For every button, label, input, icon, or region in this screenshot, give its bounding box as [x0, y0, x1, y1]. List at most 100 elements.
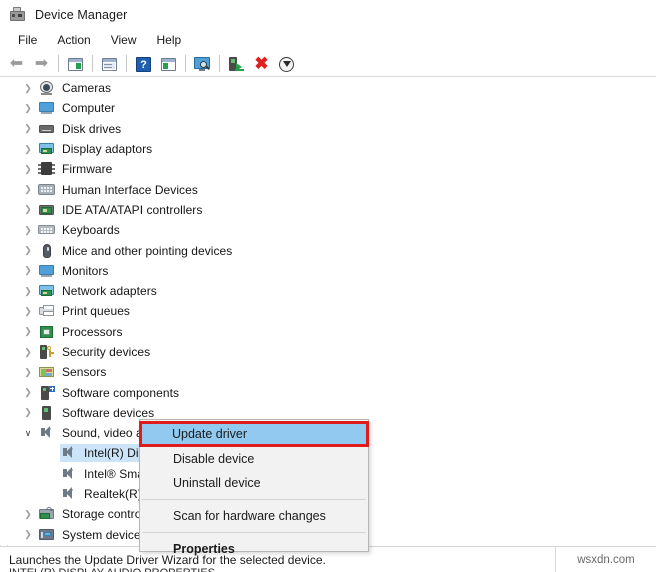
software-device-icon	[38, 405, 55, 421]
tree-item-disk-drives[interactable]: ❯ Disk drives	[0, 119, 656, 139]
software-component-icon	[38, 385, 55, 401]
context-menu-item-properties[interactable]: Properties	[140, 537, 368, 561]
chevron-right-icon[interactable]: ❯	[22, 200, 34, 220]
context-menu-item-update-driver[interactable]: Update driver	[139, 421, 369, 447]
uninstall-device-icon[interactable]: ✖	[250, 53, 273, 75]
tree-item-label: System devices	[62, 527, 147, 542]
tree-item-display-adaptors[interactable]: ❯ Display adaptors	[0, 139, 656, 159]
disable-device-icon[interactable]	[275, 53, 298, 75]
chevron-right-icon[interactable]: ❯	[22, 342, 34, 362]
tree-item-label: IDE ATA/ATAPI controllers	[62, 202, 203, 217]
ide-controller-icon	[38, 202, 55, 218]
chevron-right-icon[interactable]: ❯	[22, 78, 34, 98]
context-menu-separator	[142, 532, 366, 533]
context-menu-item-label: Uninstall device	[173, 476, 261, 490]
chevron-right-icon[interactable]: ❯	[22, 261, 34, 281]
chevron-right-icon[interactable]: ❯	[22, 403, 34, 423]
chevron-down-icon[interactable]: ∨	[22, 423, 34, 443]
tree-item-ide-ata-atapi-controllers[interactable]: ❯ IDE ATA/ATAPI controllers	[0, 200, 656, 220]
toolbar-separator	[58, 55, 59, 72]
chevron-right-icon[interactable]: ❯	[22, 98, 34, 118]
properties-icon[interactable]	[98, 53, 121, 75]
window-title: Device Manager	[35, 7, 128, 22]
clipped-bottom-row: INTEL(R) DISPLAY AUDIO PROPERTIES	[0, 567, 656, 572]
update-driver-icon[interactable]	[225, 53, 248, 75]
tree-item-software-components[interactable]: ❯ Software components	[0, 382, 656, 402]
tree-item-cameras[interactable]: ❯ Cameras	[0, 78, 656, 98]
tree-item-label: Network adapters	[62, 284, 157, 299]
tree-item-keyboards[interactable]: ❯ Keyboards	[0, 220, 656, 240]
computer-icon	[38, 100, 55, 116]
context-menu-separator	[142, 499, 366, 500]
toolbar-separator	[185, 55, 186, 72]
forward-arrow-icon[interactable]: ➡	[30, 53, 53, 75]
tree-item-human-interface-devices[interactable]: ❯ Human Interface Devices	[0, 179, 656, 199]
tree-item-monitors[interactable]: ❯ Monitors	[0, 261, 656, 281]
printer-icon	[38, 303, 55, 319]
menu-help[interactable]: Help	[147, 31, 192, 50]
title-bar: Device Manager	[0, 0, 656, 29]
context-menu-item-label: Update driver	[172, 427, 248, 441]
tree-item-processors[interactable]: ❯ Processors	[0, 322, 656, 342]
tree-item-mice-and-other-pointing-devices[interactable]: ❯ Mice and other pointing devices	[0, 240, 656, 260]
device-manager-icon	[9, 6, 26, 23]
camera-icon	[38, 80, 55, 96]
tree-item-label: Sensors	[62, 365, 107, 380]
back-arrow-icon[interactable]: ⬅	[5, 53, 28, 75]
chevron-right-icon[interactable]: ❯	[22, 281, 34, 301]
device-manager-window: Device Manager File Action View Help ⬅ ➡…	[0, 0, 656, 572]
context-menu-item-disable-device[interactable]: Disable device	[140, 447, 368, 471]
firmware-chip-icon	[38, 161, 55, 177]
menu-action[interactable]: Action	[47, 31, 100, 50]
tree-item-label: Computer	[62, 101, 116, 116]
chevron-right-icon[interactable]: ❯	[22, 240, 34, 260]
tree-item-label: Keyboards	[62, 223, 120, 238]
tree-item-sensors[interactable]: ❯ Sensors	[0, 362, 656, 382]
chevron-right-icon[interactable]: ❯	[22, 301, 34, 321]
tree-item-label: Security devices	[62, 345, 151, 359]
hid-icon	[38, 182, 55, 198]
tree-item-firmware[interactable]: ❯ Firmware	[0, 159, 656, 179]
tree-item-label: Cameras	[62, 81, 112, 96]
tree-item-security-devices[interactable]: ❯ Security devices	[0, 342, 656, 362]
help-icon[interactable]: ?	[132, 53, 155, 75]
chevron-right-icon[interactable]: ❯	[22, 504, 34, 524]
context-menu-item-uninstall-device[interactable]: Uninstall device	[140, 471, 368, 495]
menu-view[interactable]: View	[101, 31, 147, 50]
tree-item-print-queues[interactable]: ❯ Print queues	[0, 301, 656, 321]
speaker-icon	[60, 466, 77, 482]
disk-drive-icon	[38, 121, 55, 137]
tree-item-label: Display adaptors	[62, 142, 153, 157]
chevron-right-icon[interactable]: ❯	[22, 525, 34, 545]
keyboard-icon	[38, 222, 55, 238]
context-menu-item-scan-for-hardware-changes[interactable]: Scan for hardware changes	[140, 504, 368, 528]
security-device-icon	[38, 344, 55, 360]
chevron-right-icon[interactable]: ❯	[22, 179, 34, 199]
speaker-icon	[60, 445, 77, 461]
tree-item-label: Print queues	[62, 304, 130, 319]
tree-item-label: Disk drives	[62, 121, 122, 136]
monitor-icon	[38, 263, 55, 279]
tree-item-label: Processors	[62, 324, 123, 339]
chevron-right-icon[interactable]: ❯	[22, 382, 34, 402]
toolbar-separator	[92, 55, 93, 72]
toolbar-separator	[219, 55, 220, 72]
tree-item-computer[interactable]: ❯ Computer	[0, 98, 656, 118]
menu-file[interactable]: File	[8, 31, 47, 50]
scan-for-hardware-changes-icon[interactable]	[157, 53, 180, 75]
toolbar-separator	[126, 55, 127, 72]
chevron-right-icon[interactable]: ❯	[22, 139, 34, 159]
chevron-right-icon[interactable]: ❯	[22, 119, 34, 139]
tree-item-network-adapters[interactable]: ❯ Network adapters	[0, 281, 656, 301]
monitor-search-icon[interactable]	[191, 53, 214, 75]
speaker-icon	[60, 486, 77, 502]
chevron-right-icon[interactable]: ❯	[22, 362, 34, 382]
show-hide-console-tree-icon[interactable]	[64, 53, 87, 75]
chevron-right-icon[interactable]: ❯	[22, 159, 34, 179]
chevron-right-icon[interactable]: ❯	[22, 220, 34, 240]
tree-item-label: Firmware	[62, 162, 113, 177]
storage-controller-icon: ↷	[38, 506, 55, 522]
context-menu: Update driver Disable device Uninstall d…	[139, 419, 369, 556]
sensor-icon	[38, 364, 55, 380]
chevron-right-icon[interactable]: ❯	[22, 322, 34, 342]
